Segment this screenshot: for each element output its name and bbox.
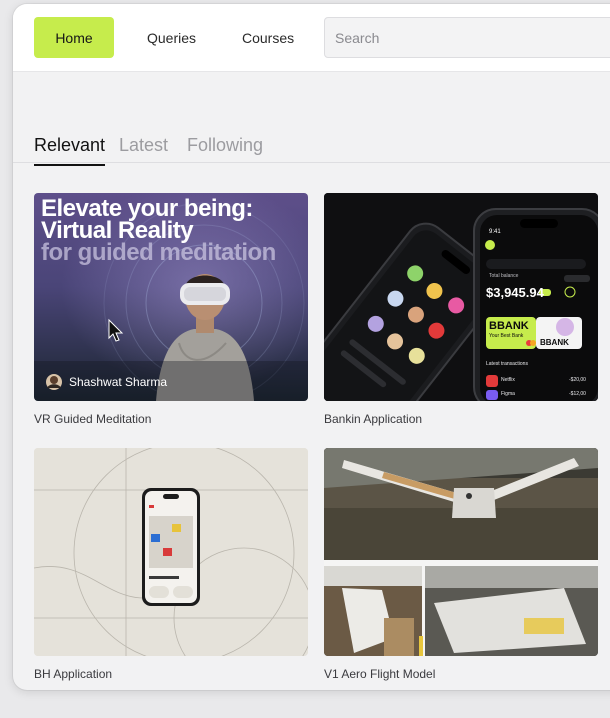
tab-following[interactable]: Following [187,135,263,164]
bank-card-name: BBANK [540,338,569,347]
project-card-bh[interactable]: BH Application [34,448,308,681]
author-avatar [46,374,62,390]
aero-thumbnail[interactable] [324,448,598,656]
tx-amount: -$20,00 [569,377,586,383]
top-navigation: Home Queries Courses [13,4,610,72]
card-title[interactable]: VR Guided Meditation [34,412,151,426]
project-card-bankin[interactable]: 9:41 Total balance $3,945.94 BBANK Your … [324,193,598,426]
vr-thumbnail[interactable]: Elevate your being: Virtual Reality for … [34,193,308,401]
project-card-aero[interactable]: V1 Aero Flight Model [324,448,598,681]
bankin-thumbnail[interactable]: 9:41 Total balance $3,945.94 BBANK Your … [324,193,598,401]
feed-tabs: Relevant Latest Following [13,129,610,166]
nav-courses-link[interactable]: Courses [242,17,294,58]
bh-thumbnail[interactable] [34,448,308,656]
bank-name: BBANK [489,320,529,332]
nav-queries-link[interactable]: Queries [147,17,196,58]
tab-relevant[interactable]: Relevant [34,135,106,166]
card-title[interactable]: V1 Aero Flight Model [324,667,435,681]
tx-name: Netflix [501,377,515,383]
browser-window: Home Queries Courses Relevant Latest Fol… [13,4,610,690]
tx-name: Figma [501,391,515,397]
author-name[interactable]: Shashwat Sharma [69,375,167,389]
bank-subtitle: Your Best Bank [489,333,524,339]
vr-banner-headline: Elevate your being: Virtual Reality for … [41,197,276,266]
card-title[interactable]: BH Application [34,667,112,681]
tx-amount: -$12,00 [569,391,586,397]
transactions-label: Latest transactions [486,361,528,367]
tab-latest[interactable]: Latest [119,135,168,164]
bh-phone-mockup [142,488,200,606]
card-title[interactable]: Bankin Application [324,412,422,426]
balance-value: $3,945.94 [486,285,544,300]
project-card-vr[interactable]: Elevate your being: Virtual Reality for … [34,193,308,426]
search-input[interactable] [324,17,610,58]
nav-home-button[interactable]: Home [34,17,114,58]
vr-banner-line3: for guided meditation [41,239,276,266]
right-phone [473,208,598,401]
phone-time: 9:41 [489,229,501,235]
balance-label: Total balance [489,273,519,279]
